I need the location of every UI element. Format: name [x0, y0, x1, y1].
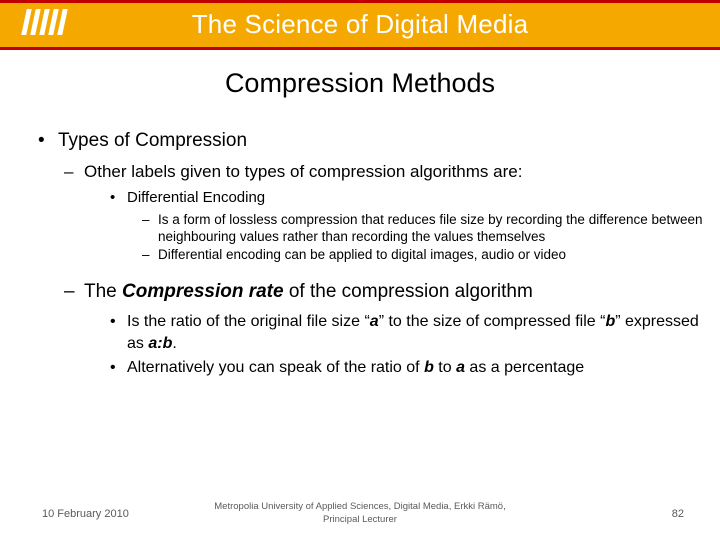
- bullet-text: Differential encoding can be applied to …: [158, 247, 567, 262]
- bullet-item-ratio-definition: • Is the ratio of the original file size…: [110, 311, 720, 355]
- bullet-marker-dot: •: [38, 130, 45, 151]
- bullet-item-differential-encoding: • Differential Encoding: [110, 187, 720, 209]
- presentation-title: The Science of Digital Media: [191, 9, 529, 39]
- bullet-marker-dot: •: [110, 189, 116, 206]
- text-emphasis-b: b: [605, 313, 616, 330]
- text-emphasis-ab: a:b: [148, 335, 173, 352]
- text-post: as a percentage: [464, 359, 585, 376]
- bullet-marker-dash: –: [64, 162, 74, 181]
- bullet-item-compression-rate: – The Compression rate of the compressio…: [64, 279, 720, 305]
- text-mid: to: [433, 359, 457, 376]
- text-post: .: [172, 335, 177, 352]
- bullet-text: Types of Compression: [58, 130, 248, 151]
- bullet-text: Is a form of lossless compression that r…: [158, 212, 703, 244]
- bullet-marker-dash: –: [64, 281, 75, 302]
- text-pre: Is the ratio of the original file size “: [127, 313, 370, 330]
- text-emphasis-b: b: [424, 359, 434, 376]
- bullet-item-types-of-compression: • Types of Compression: [38, 128, 720, 154]
- bullet-item-applied-media: – Differential encoding can be applied t…: [142, 246, 720, 263]
- footer-page-number: 82: [671, 508, 684, 520]
- bullet-text: Is the ratio of the original file size “…: [127, 311, 720, 355]
- footer-organisation: Metropolia University of Applied Science…: [214, 501, 506, 525]
- text-pre: The: [84, 281, 123, 302]
- bullet-text: Other labels given to types of compressi…: [84, 162, 523, 181]
- bullet-text: The Compression rate of the compression …: [84, 279, 720, 305]
- bullet-marker-dot: •: [110, 313, 116, 330]
- text-pre: Alternatively you can speak of the ratio…: [127, 359, 425, 376]
- slide-body: • Types of Compression – Other labels gi…: [0, 128, 720, 381]
- bullet-text: Alternatively you can speak of the ratio…: [127, 357, 720, 379]
- text-post: of the compression algorithm: [283, 281, 533, 302]
- bullet-marker-dash: –: [142, 212, 150, 227]
- bullet-item-other-labels: – Other labels given to types of compres…: [64, 160, 720, 184]
- bullet-text: Differential Encoding: [127, 189, 266, 206]
- text-emphasis-a: a: [456, 359, 465, 376]
- bullet-item-percentage: • Alternatively you can speak of the rat…: [110, 357, 720, 379]
- bullet-marker-dot: •: [110, 359, 116, 376]
- bullet-marker-dash: –: [142, 247, 150, 262]
- footer-date: 10 February 2010: [42, 508, 129, 520]
- bullet-item-lossless-definition: – Is a form of lossless compression that…: [142, 211, 720, 245]
- text-mid: ” to the size of compressed file “: [378, 313, 606, 330]
- text-emphasis: Compression rate: [122, 281, 284, 302]
- slide-title: Compression Methods: [224, 68, 496, 98]
- text-emphasis-a: a: [369, 313, 379, 330]
